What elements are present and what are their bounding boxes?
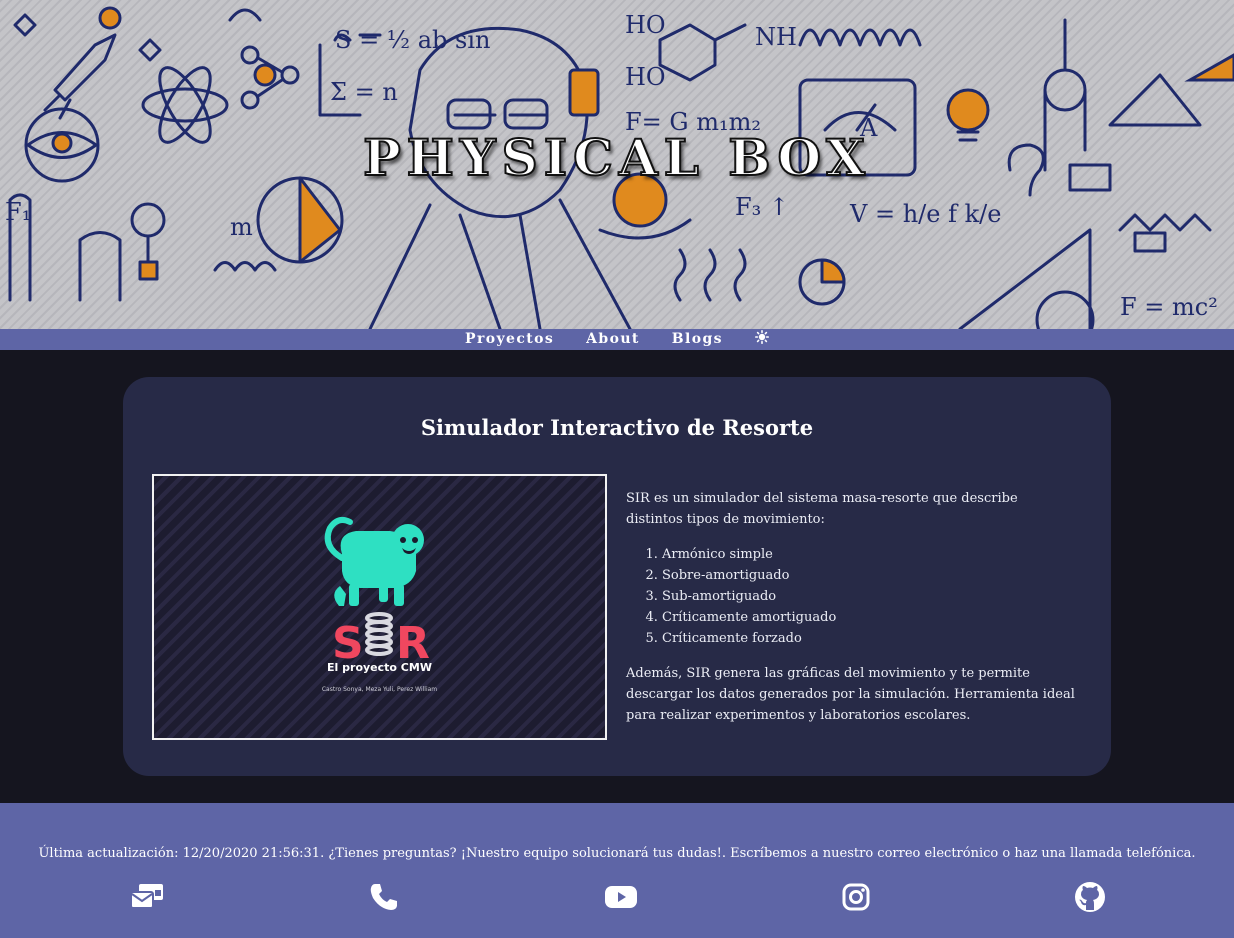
description-outro: Además, SIR genera las gráficas del movi… xyxy=(626,666,1075,723)
svg-text:S = ½ ab sin: S = ½ ab sin xyxy=(335,26,490,54)
youtube-icon[interactable] xyxy=(603,879,639,915)
footer-text: Última actualización: 12/20/2020 21:56:3… xyxy=(38,846,1196,861)
project-image[interactable]: S R El proyecto CMW Castro Sonya, Meza Y… xyxy=(152,474,607,740)
svg-text:V = h/e f k/e: V = h/e f k/e xyxy=(849,200,1001,228)
list-item: Armónico simple xyxy=(662,544,1076,565)
svg-text:F₁: F₁ xyxy=(5,198,31,226)
project-card: Simulador Interactivo de Resorte S R El … xyxy=(123,377,1111,776)
site-title: PHYSICAL BOX xyxy=(362,127,871,188)
sun-icon[interactable] xyxy=(754,329,769,350)
svg-text:F₃ ↑: F₃ ↑ xyxy=(735,193,789,221)
hero-banner: S = ½ ab sin Σ = n HO NH HO F= G m₁m₂ F₃… xyxy=(0,0,1234,329)
main-navbar: Proyectos About Blogs xyxy=(0,329,1234,350)
svg-text:m: m xyxy=(230,213,253,241)
instagram-icon[interactable] xyxy=(838,879,874,915)
monkey-logo-icon: S R xyxy=(324,517,430,669)
svg-text:HO: HO xyxy=(625,11,666,39)
image-authors: Castro Sonya, Meza Yuli, Perez William xyxy=(321,686,438,693)
nav-link-proyectos[interactable]: Proyectos xyxy=(465,329,554,350)
list-item: Críticamente forzado xyxy=(662,628,1076,649)
list-item: Sub-amortiguado xyxy=(662,586,1076,607)
main-content: Simulador Interactivo de Resorte S R El … xyxy=(0,350,1234,803)
mail-icon[interactable] xyxy=(129,879,165,915)
nav-link-about[interactable]: About xyxy=(586,329,640,350)
svg-text:HO: HO xyxy=(625,63,666,91)
nav-link-blogs[interactable]: Blogs xyxy=(672,329,723,350)
project-title: Simulador Interactivo de Resorte xyxy=(420,415,814,440)
github-icon[interactable] xyxy=(1072,879,1108,915)
phone-icon[interactable] xyxy=(366,879,402,915)
svg-text:F = mc²: F = mc² xyxy=(1120,293,1218,321)
svg-text:NH: NH xyxy=(755,23,797,51)
movement-list: Armónico simple Sobre-amortiguado Sub-am… xyxy=(662,544,1076,649)
list-item: Críticamente amortiguado xyxy=(662,607,1076,628)
site-footer: Última actualización: 12/20/2020 21:56:3… xyxy=(0,803,1234,938)
list-item: Sobre-amortiguado xyxy=(662,565,1076,586)
project-description: SIR es un simulador del sistema masa-res… xyxy=(626,488,1076,726)
description-intro: SIR es un simulador del sistema masa-res… xyxy=(626,491,1018,527)
svg-text:Σ = n: Σ = n xyxy=(330,78,398,106)
image-caption: El proyecto CMW xyxy=(327,661,432,674)
